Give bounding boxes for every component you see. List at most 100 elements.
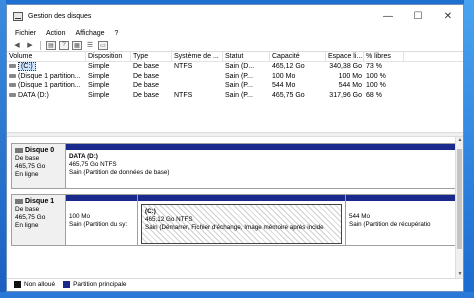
menu-bar: Fichier Action Affichage ? xyxy=(7,27,463,39)
column-type[interactable]: Type xyxy=(131,52,172,61)
layout-cell: Simple xyxy=(88,82,110,89)
disk-0: Disque 0 De base 465,75 Go En ligne DATA… xyxy=(11,143,459,189)
disk-size: 465,75 Go xyxy=(15,214,46,221)
disk-label[interactable]: Disque 1 De base 465,75 Go En ligne xyxy=(11,194,66,246)
partition-size: 544 Mo xyxy=(349,213,371,220)
status-cell: Sain (P... xyxy=(225,72,253,80)
status-cell: Sain (D... xyxy=(225,63,255,70)
layout-cell: Simple xyxy=(88,63,110,70)
column-layout[interactable]: Disposition xyxy=(86,52,131,61)
table-row[interactable]: (C:) Simple De base NTFS Sain (D... 465,… xyxy=(7,62,463,72)
close-button[interactable]: ✕ xyxy=(433,5,463,27)
type-cell: De base xyxy=(133,82,160,89)
desktop-background-right xyxy=(464,0,474,298)
column-volume[interactable]: Volume xyxy=(7,52,86,61)
scroll-up-icon[interactable]: ▲ xyxy=(456,137,463,145)
percent-free-cell: 73 % xyxy=(366,63,382,70)
disk-type: De base xyxy=(15,206,40,213)
properties-icon[interactable]: ▦ xyxy=(72,40,82,50)
scroll-thumb[interactable] xyxy=(457,149,462,249)
window-title: Gestion des disques xyxy=(28,12,92,20)
capacity-cell: 465,75 Go xyxy=(272,91,305,99)
list-icon[interactable]: ☰ xyxy=(85,41,95,50)
drive-icon xyxy=(9,92,16,97)
disk-size: 465,75 Go xyxy=(15,163,46,170)
legend-item: Partition principale xyxy=(63,281,127,289)
disk-name: Disque 1 xyxy=(25,198,55,205)
partition-size: 465,75 Go NTFS xyxy=(69,161,117,168)
volume-cell: (C:) xyxy=(7,62,86,72)
menu-help[interactable]: ? xyxy=(115,30,119,37)
disk-management-icon xyxy=(13,11,23,21)
type-cell: De base xyxy=(133,63,160,70)
partition-strip: 100 Mo Sain (Partition du sy: (C:) 465,1… xyxy=(66,194,459,246)
volume-cell: DATA (D:) xyxy=(7,91,86,101)
status-cell: Sain (P... xyxy=(225,91,253,99)
column-status[interactable]: Statut xyxy=(223,52,270,61)
partition-title: (C:) xyxy=(145,208,156,215)
type-cell: De base xyxy=(133,91,160,99)
back-arrow-icon[interactable]: ◀ xyxy=(12,41,22,50)
settings-icon[interactable]: ▭ xyxy=(98,40,108,50)
partition[interactable]: 544 Mo Sain (Partition de récupératio xyxy=(346,195,458,245)
layout-cell: Simple xyxy=(88,91,110,99)
disk-label[interactable]: Disque 0 De base 465,75 Go En ligne xyxy=(11,143,66,189)
partition-bar xyxy=(138,195,345,201)
partition-size: 100 Mo xyxy=(69,213,91,220)
free-space-cell: 544 Mo xyxy=(338,82,362,89)
column-filesystem[interactable]: Système de ... xyxy=(172,52,223,61)
unallocated-swatch xyxy=(14,281,21,289)
forward-arrow-icon[interactable]: ▶ xyxy=(25,41,35,50)
panel-icon[interactable]: ▤ xyxy=(46,40,56,50)
menu-view[interactable]: Affichage xyxy=(75,30,104,37)
partition-status: Sain (Démarrer, Fichier d'échange, Image… xyxy=(145,224,324,231)
partition-title: DATA (D:) xyxy=(69,153,98,160)
minimize-button[interactable]: — xyxy=(373,5,403,27)
legend-label: Partition principale xyxy=(73,281,127,289)
layout-cell: Simple xyxy=(88,72,110,80)
disk-graphical-view: Disque 0 De base 465,75 Go En ligne DATA… xyxy=(7,137,463,279)
volume-name: (Disque 1 partition... xyxy=(18,82,81,89)
menu-action[interactable]: Action xyxy=(46,30,65,37)
volume-name: (Disque 1 partition... xyxy=(18,72,81,80)
disk-state: En ligne xyxy=(15,222,39,229)
disk-type: De base xyxy=(15,155,40,162)
volume-cell: (Disque 1 partition... xyxy=(7,72,86,82)
partition[interactable]: 100 Mo Sain (Partition du sy: xyxy=(66,195,138,245)
disk-name: Disque 0 xyxy=(25,147,55,154)
volume-name: (C:) xyxy=(18,62,36,71)
table-row[interactable]: (Disque 1 partition... Simple De base Sa… xyxy=(7,81,463,91)
filesystem-cell xyxy=(172,72,223,82)
capacity-cell: 465,12 Go xyxy=(272,63,305,70)
table-row[interactable]: DATA (D:) Simple De base NTFS Sain (P...… xyxy=(7,91,463,101)
column-capacity[interactable]: Capacité xyxy=(270,52,326,61)
menu-file[interactable]: Fichier xyxy=(15,30,36,37)
drive-icon xyxy=(9,83,16,88)
toolbar-separator xyxy=(40,40,41,50)
filesystem-cell: NTFS xyxy=(174,91,193,99)
title-bar[interactable]: Gestion des disques — ☐ ✕ xyxy=(7,5,463,27)
maximize-button[interactable]: ☐ xyxy=(403,5,433,27)
drive-icon xyxy=(9,64,16,69)
partition-status: Sain (Partition du sy: xyxy=(69,221,128,228)
free-space-cell: 340,38 Go xyxy=(329,63,362,70)
free-space-cell: 100 Mo xyxy=(338,72,362,80)
partition-status: Sain (Partition de récupératio xyxy=(349,221,431,228)
disk-1: Disque 1 De base 465,75 Go En ligne 100 … xyxy=(11,194,459,246)
filesystem-cell xyxy=(172,81,223,91)
help-icon[interactable]: ? xyxy=(59,40,69,50)
disk-management-window: Gestion des disques — ☐ ✕ Fichier Action… xyxy=(6,4,464,292)
partition[interactable]: (C:) 465,12 Go NTFS Sain (Démarrer, Fich… xyxy=(138,195,346,245)
capacity-cell: 544 Mo xyxy=(272,82,296,89)
type-cell: De base xyxy=(133,72,160,80)
partition[interactable]: DATA (D:) 465,75 Go NTFS Sain (Partition… xyxy=(66,144,458,188)
disk-state: En ligne xyxy=(15,171,39,178)
vertical-scrollbar[interactable]: ▲ ▼ xyxy=(455,137,463,279)
table-row[interactable]: (Disque 1 partition... Simple De base Sa… xyxy=(7,72,463,82)
column-free-space[interactable]: Espace li... xyxy=(326,52,364,61)
percent-free-cell: 100 % xyxy=(366,82,386,89)
drive-icon xyxy=(9,73,16,78)
disk-icon xyxy=(15,147,23,153)
desktop-background-bottom xyxy=(0,292,474,298)
column-percent-free[interactable]: % libres xyxy=(364,52,404,61)
